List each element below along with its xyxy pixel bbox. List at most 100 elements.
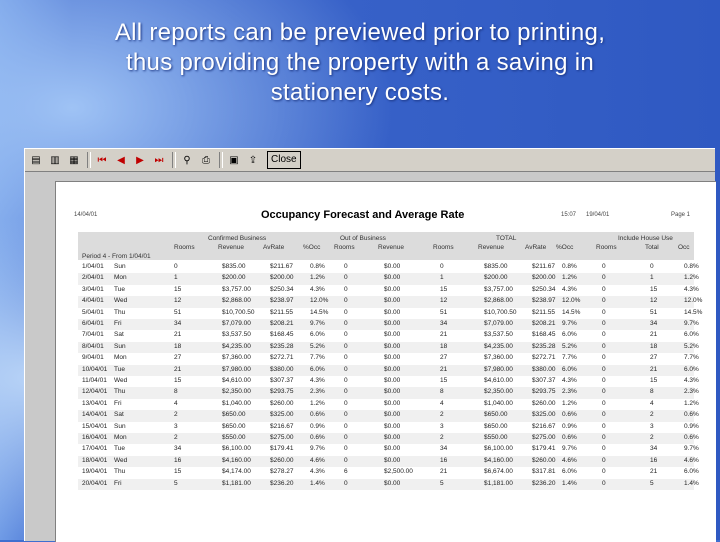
close-button[interactable]: Close <box>267 151 301 169</box>
table-cell: 12 <box>440 297 448 305</box>
first-page-icon[interactable]: ⏮ <box>94 152 110 168</box>
table-cell: 7.7% <box>310 354 325 362</box>
table-cell: $0.00 <box>384 308 401 316</box>
table-cell: 1.4% <box>310 479 325 487</box>
table-cell: $260.00 <box>532 399 556 407</box>
table-cell: $1,040.00 <box>484 399 513 407</box>
table-cell: $4,610.00 <box>222 377 251 384</box>
table-cell: 15 <box>440 285 448 293</box>
table-cell: Mon <box>114 434 127 441</box>
period-label: Period 4 - From 1/04/01 <box>82 253 151 260</box>
table-cell: 0 <box>344 354 348 362</box>
table-cell: $211.55 <box>270 308 294 316</box>
table-cell: $250.34 <box>532 285 556 293</box>
table-cell: 0 <box>344 411 348 419</box>
table-cell: 0 <box>344 285 348 293</box>
table-cell: $0.00 <box>384 434 401 441</box>
table-cell: 0 <box>344 388 348 396</box>
table-cell: $216.67 <box>270 422 294 430</box>
table-cell: 21 <box>440 365 448 373</box>
table-cell: 0.9% <box>684 422 699 430</box>
table-row: 14/04/01 Sat 2 $650.00 $325.00 0.6% 0 $0.00 2 $65… <box>78 410 699 422</box>
table-cell: $2,868.00 <box>222 297 251 305</box>
table-cell: 9/04/01 <box>82 354 104 362</box>
table-cell: $650.00 <box>222 411 246 419</box>
table-cell: $200.00 <box>222 274 246 282</box>
table-row: 1/04/01 Sun 0 $835.00 $211.67 0.8% 0 $0.00 0 $835… <box>78 262 699 273</box>
table-cell: $2,868.00 <box>484 297 513 305</box>
table-cell: $168.45 <box>532 331 556 339</box>
table-cell: $0.00 <box>384 365 401 373</box>
last-page-icon[interactable]: ⏭ <box>151 152 167 168</box>
report-preview-window: ▤ ▥ ▦ ⏮ ◀ ▶ ⏭ ⚲ ⎙ ▣ ⇪ Close 14/04/01 Occ… <box>24 148 716 542</box>
table-cell: Thu <box>114 388 126 396</box>
table-cell: 6.0% <box>562 468 577 476</box>
table-cell: 4.3% <box>684 285 699 293</box>
table-row: 4/04/01 Wed 12 $2,868.00 $238.97 12.0% 0 $0.00 1… <box>78 296 702 308</box>
table-cell: $4,610.00 <box>484 377 513 384</box>
table-cell: 51 <box>650 308 658 316</box>
table-cell: $1,040.00 <box>222 399 251 407</box>
table-cell: $2,500.00 <box>384 468 413 476</box>
table-cell: 0.8% <box>684 263 699 270</box>
table-cell: 1.2% <box>310 274 325 282</box>
table-cell: 15 <box>174 285 182 293</box>
table-cell: $0.00 <box>384 399 401 407</box>
next-page-icon[interactable]: ▶ <box>132 152 148 168</box>
table-cell: $260.00 <box>270 399 294 407</box>
table-cell: 21 <box>440 331 448 339</box>
table-cell: 0 <box>602 342 606 350</box>
report-page-label: Page 1 <box>671 212 691 218</box>
table-cell: 21 <box>650 331 658 339</box>
export-icon[interactable]: ⇪ <box>245 152 261 168</box>
report-page: 14/04/01 Occupancy Forecast and Average … <box>55 181 716 542</box>
table-cell: $550.00 <box>484 434 508 441</box>
table-cell: 27 <box>174 354 182 362</box>
table-cell: $236.20 <box>270 479 294 487</box>
table-cell: 0.9% <box>562 422 577 430</box>
table-cell: $0.00 <box>384 331 401 339</box>
table-cell: 6.0% <box>310 365 325 373</box>
prev-page-icon[interactable]: ◀ <box>113 152 129 168</box>
table-cell: Tue <box>114 445 125 453</box>
table-cell: 3 <box>440 422 444 430</box>
column-header: Revenue <box>378 244 405 251</box>
table-cell: Wed <box>114 297 128 305</box>
table-cell: $4,160.00 <box>222 456 251 464</box>
table-cell: 8/04/01 <box>82 342 104 350</box>
table-cell: $3,537.50 <box>222 331 251 339</box>
toolbar-separator <box>172 152 176 168</box>
table-cell: $0.00 <box>384 456 401 464</box>
table-cell: 2 <box>440 434 444 441</box>
page-icon[interactable]: ▤ <box>28 152 44 168</box>
table-cell: $3,757.00 <box>222 285 251 293</box>
table-cell: $1,181.00 <box>222 479 251 487</box>
table-cell: $208.21 <box>270 320 294 327</box>
table-cell: 3 <box>650 422 654 430</box>
table-cell: 4.3% <box>310 468 325 476</box>
two-page-icon[interactable]: ▥ <box>47 152 63 168</box>
table-cell: $179.41 <box>532 445 556 453</box>
table-cell: 12 <box>174 297 182 305</box>
binoculars-icon[interactable]: ⚲ <box>179 152 195 168</box>
table-cell: 34 <box>440 320 448 327</box>
table-cell: $650.00 <box>484 411 508 419</box>
table-cell: 0 <box>344 399 348 407</box>
table-cell: 4 <box>440 399 444 407</box>
table-cell: 9.7% <box>684 445 699 453</box>
table-cell: 2.3% <box>562 388 577 396</box>
table-cell: $0.00 <box>384 320 401 327</box>
report-title: Occupancy Forecast and Average Rate <box>261 209 465 221</box>
table-cell: 5/04/01 <box>82 308 104 316</box>
save-icon[interactable]: ▣ <box>226 152 242 168</box>
table-cell: $236.20 <box>532 479 556 487</box>
table-cell: $272.71 <box>270 354 294 362</box>
table-row: 13/04/01 Fri 4 $1,040.00 $260.00 1.2% 0 $0.00 4 $… <box>78 399 699 410</box>
table-cell: 0 <box>602 263 606 270</box>
table-cell: 0 <box>344 308 348 316</box>
zoom-icon[interactable]: ▦ <box>66 152 82 168</box>
print-icon[interactable]: ⎙ <box>198 152 214 168</box>
table-cell: 15 <box>650 377 658 384</box>
table-cell: $325.00 <box>532 411 556 419</box>
table-cell: 0 <box>602 274 606 282</box>
